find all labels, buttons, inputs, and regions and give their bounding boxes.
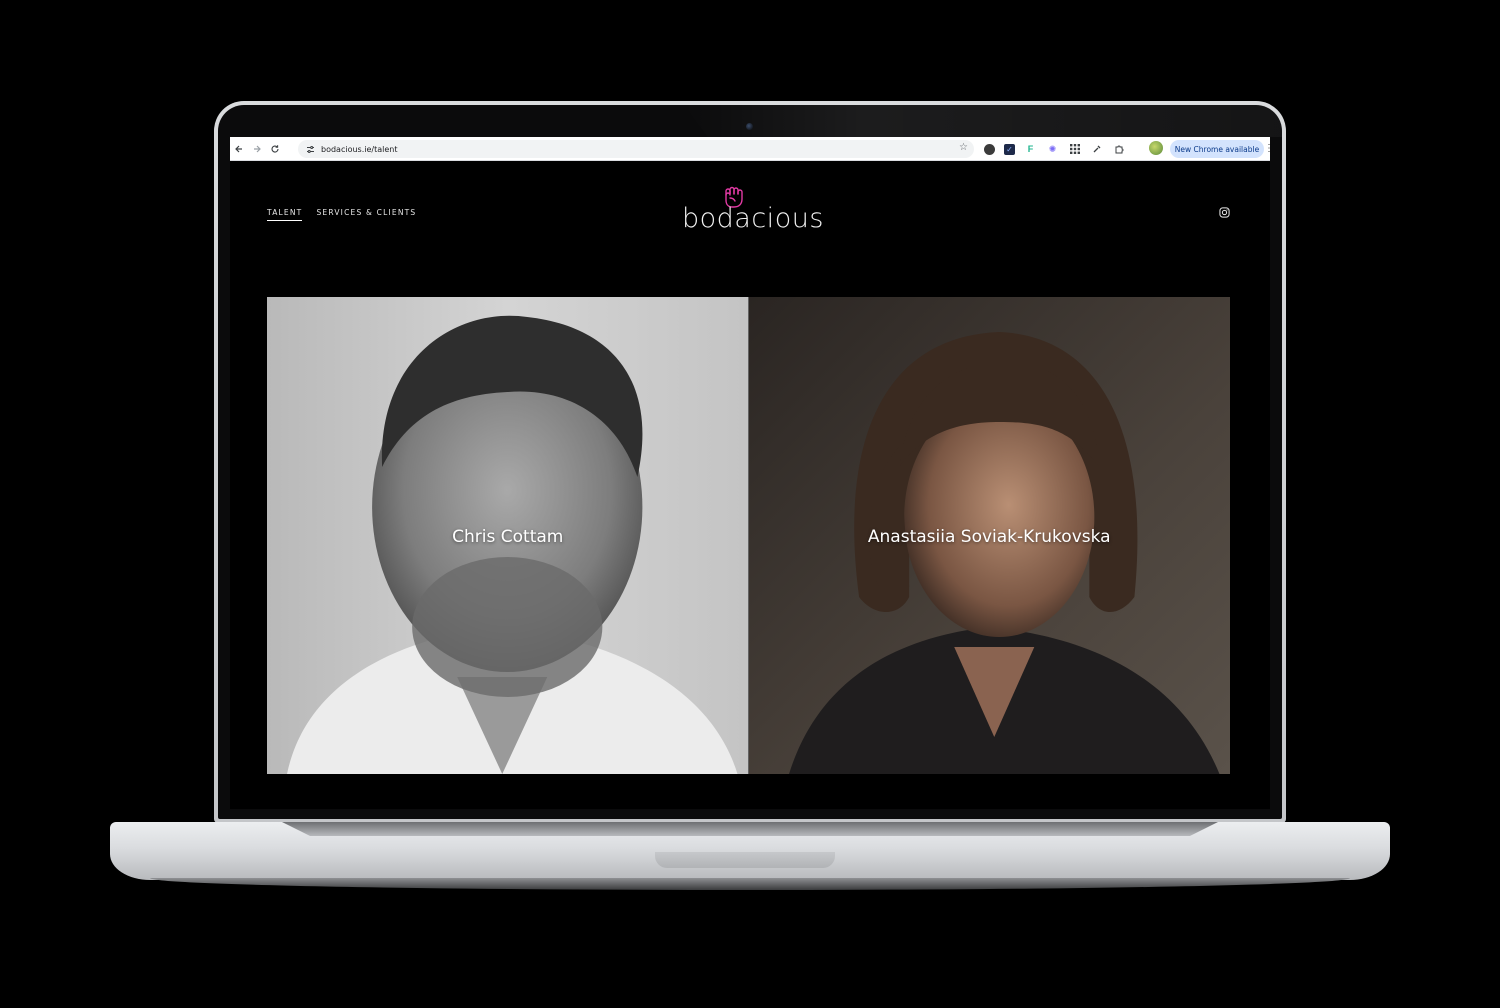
site-navigation: TALENT SERVICES & CLIENTS: [267, 208, 416, 221]
site-info-icon[interactable]: [303, 142, 317, 156]
talent-card[interactable]: Anastasiia Soviak-Krukovska: [748, 297, 1230, 774]
arrow-right-icon: [254, 145, 261, 152]
webcam: [746, 123, 753, 130]
apps-grid-icon[interactable]: [1068, 143, 1081, 156]
browser-toolbar: bodacious.ie/talent ☆ ✓ F ✺ New Chrome a…: [230, 137, 1270, 161]
extension-dark-circle-icon[interactable]: [984, 143, 995, 155]
more-menu-icon[interactable]: ⋮: [1264, 142, 1270, 156]
laptop-base-shadow: [150, 878, 1350, 890]
lid-opening-notch: [655, 852, 835, 868]
reload-icon: [271, 144, 279, 153]
reload-button[interactable]: [266, 137, 284, 161]
screen: bodacious.ie/talent ☆ ✓ F ✺ New Chrome a…: [230, 137, 1270, 809]
arrow-left-icon: [235, 145, 242, 152]
chrome-update-button[interactable]: New Chrome available: [1170, 140, 1264, 158]
talent-grid: Chris Cottam Anastasiia Soviak-Krukovska: [267, 297, 1230, 774]
address-bar[interactable]: bodacious.ie/talent ☆: [298, 140, 974, 158]
extension-teal-icon[interactable]: F: [1024, 143, 1037, 156]
profile-avatar[interactable]: [1149, 141, 1163, 155]
talent-name: Chris Cottam: [452, 527, 564, 547]
extension-gear-purple-icon[interactable]: ✺: [1046, 143, 1059, 156]
keyboard-recess: [282, 822, 1218, 836]
talent-card[interactable]: Chris Cottam: [267, 297, 749, 774]
brand-name: bodacious: [682, 203, 824, 234]
extension-check-icon[interactable]: ✓: [1004, 143, 1015, 155]
instagram-icon[interactable]: [1219, 207, 1230, 218]
extensions-tray: ✓ F ✺: [984, 141, 1125, 157]
brand-logo[interactable]: bodacious: [682, 181, 824, 241]
talent-name: Anastasiia Soviak-Krukovska: [867, 527, 1111, 547]
back-button[interactable]: [230, 137, 248, 161]
extensions-puzzle-icon[interactable]: [1112, 143, 1125, 156]
forward-button[interactable]: [248, 137, 266, 161]
eyedropper-icon[interactable]: [1090, 143, 1103, 156]
website-page: TALENT SERVICES & CLIENTS bodacious Chri…: [230, 161, 1270, 809]
address-url: bodacious.ie/talent: [321, 144, 398, 154]
nav-link-talent[interactable]: TALENT: [267, 208, 303, 221]
bookmark-star-icon[interactable]: ☆: [959, 142, 968, 153]
bezel-reflection: [684, 105, 1282, 137]
nav-link-services-clients[interactable]: SERVICES & CLIENTS: [316, 208, 416, 221]
